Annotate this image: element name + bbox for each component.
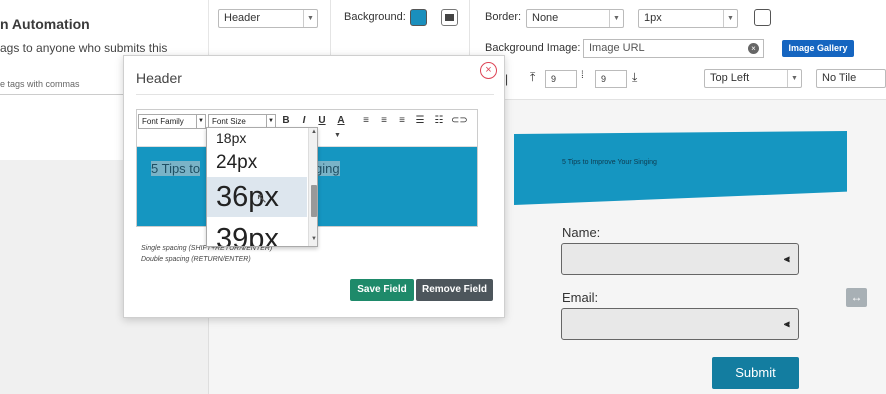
padding-top-icon: ⤒ <box>530 70 536 84</box>
chevron-down-icon: ▼ <box>196 115 205 128</box>
toolbar-divider <box>330 0 331 60</box>
border-label: Border: <box>485 11 522 23</box>
scroll-up-icon[interactable]: ▲ <box>309 129 317 135</box>
italic-button[interactable]: I <box>297 114 311 128</box>
divider-glyph: | <box>505 72 509 86</box>
link-icon[interactable]: ⊂⊃ <box>451 114 468 128</box>
bold-button[interactable]: B <box>279 114 293 128</box>
close-icon[interactable]: × <box>480 62 497 79</box>
numbered-list-icon[interactable]: ☷ <box>432 114 446 128</box>
editor-text-end: ging <box>315 161 340 176</box>
mouse-cursor-icon: ↖ <box>256 190 268 206</box>
submit-button[interactable]: Submit <box>712 357 799 389</box>
background-image-label: Background Image: <box>485 42 581 54</box>
tile-select[interactable]: No Tile <box>816 69 886 88</box>
position-select[interactable]: Top Left ▼ <box>704 69 802 88</box>
padding-bottom-icon: ⤓ <box>632 70 638 84</box>
tags-hint: e tags with commas <box>0 79 80 89</box>
bullet-list-icon[interactable]: ☰ <box>413 114 427 128</box>
image-picker-icon[interactable] <box>441 9 458 26</box>
image-gallery-button[interactable]: Image Gallery <box>782 40 854 57</box>
scrollbar-thumb[interactable] <box>311 185 317 217</box>
border-width-select[interactable]: 1px ▼ <box>638 9 738 28</box>
automation-title: n Automation <box>0 16 90 32</box>
dropdown-scrollbar[interactable]: ▲ ▼ <box>308 128 317 246</box>
banner-text: 5 Tips to Improve Your Singing <box>562 159 657 166</box>
double-spacing-hint: Double spacing (RETURN/ENTER) <box>141 256 251 263</box>
automation-description: ags to anyone who submits this <box>0 41 168 55</box>
font-size-option[interactable]: 24px <box>207 150 307 176</box>
border-style-select[interactable]: None ▼ <box>526 9 624 28</box>
font-family-select[interactable]: Font Family ▼ <box>138 114 206 129</box>
email-label: Email: <box>562 290 599 305</box>
toolbar-divider <box>469 0 470 60</box>
name-label: Name: <box>562 225 601 240</box>
email-field[interactable]: ⫷ <box>561 308 799 340</box>
font-size-option[interactable]: 18px <box>207 128 307 148</box>
padding-top-input[interactable]: 9 <box>545 70 577 88</box>
chevron-down-icon: ▼ <box>723 10 737 27</box>
padding-bottom-input[interactable]: 9 <box>595 70 627 88</box>
underline-button[interactable]: U <box>315 114 329 128</box>
screen: n Automation ags to anyone who submits t… <box>0 0 886 394</box>
name-field[interactable]: ⫷ <box>561 243 799 275</box>
align-left-icon[interactable]: ≡ <box>359 114 373 128</box>
align-right-icon[interactable]: ≡ <box>395 114 409 128</box>
align-center-icon[interactable]: ≡ <box>377 114 391 128</box>
scroll-down-icon[interactable]: ▼ <box>309 236 317 242</box>
text-color-button[interactable]: A <box>334 114 348 128</box>
chevron-down-icon: ▼ <box>787 70 801 87</box>
font-size-label: Font Size <box>212 117 246 126</box>
link-icon[interactable]: ⁞ <box>581 70 584 81</box>
position-value: Top Left <box>710 72 750 84</box>
autofill-icon: ⫷ <box>784 254 790 265</box>
font-family-label: Font Family <box>142 117 184 126</box>
modal-title: Header <box>136 70 182 86</box>
element-select[interactable]: Header ▼ <box>218 9 318 28</box>
header-banner-preview[interactable] <box>514 131 847 205</box>
chevron-down-icon[interactable]: ▼ <box>334 132 341 139</box>
modal-divider <box>136 94 494 95</box>
border-color-swatch[interactable] <box>754 9 771 26</box>
chevron-down-icon: ▼ <box>609 10 623 27</box>
editor-text-start: 5 Tips to <box>151 161 201 176</box>
border-width-value: 1px <box>644 12 662 24</box>
resize-horizontal-icon[interactable]: ↔ <box>846 288 867 307</box>
font-size-option[interactable]: 39px <box>207 220 307 246</box>
image-url-placeholder: Image URL <box>589 42 645 54</box>
chevron-down-icon: ▼ <box>303 10 317 27</box>
background-color-swatch[interactable] <box>410 9 427 26</box>
remove-field-button[interactable]: Remove Field <box>416 279 493 301</box>
font-size-dropdown: 18px 24px 36px 39px ▲ ▼ <box>206 127 318 247</box>
clear-icon[interactable]: × <box>748 43 759 54</box>
autofill-icon: ⫷ <box>784 319 790 330</box>
element-select-value: Header <box>224 12 261 24</box>
background-label: Background: <box>344 11 406 23</box>
save-field-button[interactable]: Save Field <box>350 279 414 301</box>
image-url-input[interactable]: Image URL × <box>583 39 764 58</box>
border-style-value: None <box>532 12 559 24</box>
tile-value: No Tile <box>822 72 857 84</box>
